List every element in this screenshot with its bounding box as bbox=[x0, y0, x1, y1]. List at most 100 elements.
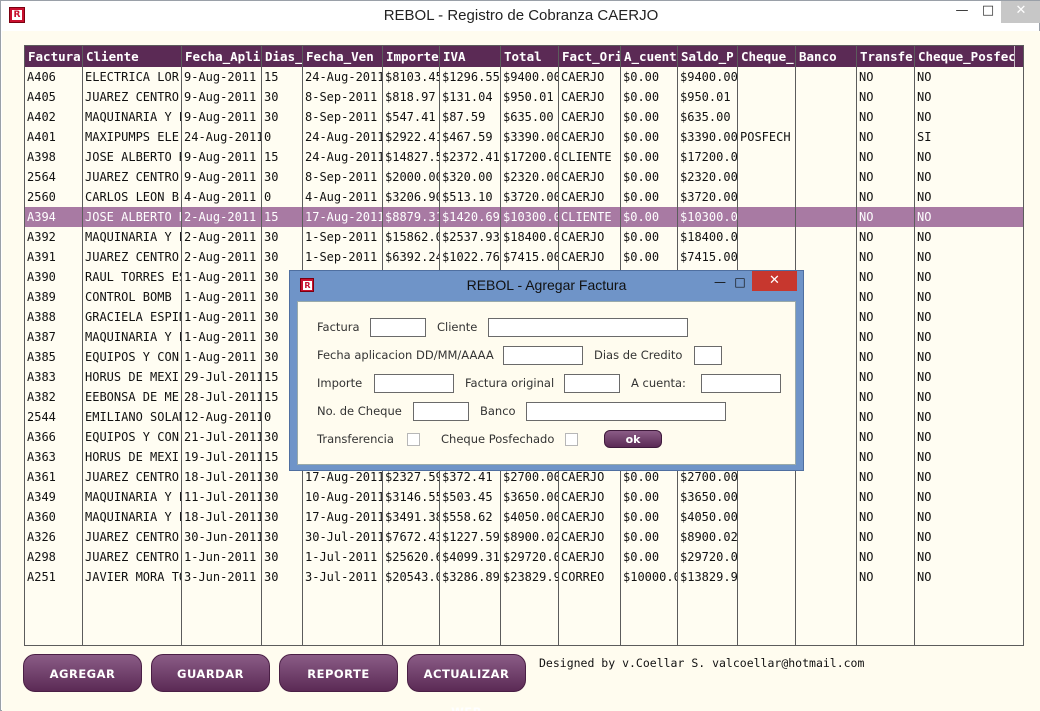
table-cell: NO bbox=[917, 570, 932, 584]
table-cell: MAQUINARIA Y E bbox=[85, 510, 182, 524]
table-cell bbox=[796, 567, 857, 587]
column-header[interactable]: IVA bbox=[440, 46, 501, 67]
table-row[interactable]: A394 JOSE ALBERTO R 2-Aug-2011 15 17-Aug-201… bbox=[25, 207, 1023, 227]
dialog-close-icon[interactable]: ✕ bbox=[752, 271, 797, 291]
table-cell: $0.00 bbox=[623, 550, 660, 564]
no-cheque-input[interactable] bbox=[413, 402, 469, 421]
table-cell: NO bbox=[859, 130, 874, 144]
table-cell: 24-Aug-2011 bbox=[305, 70, 383, 84]
table-cell: NO bbox=[917, 530, 932, 544]
column-header[interactable]: Importe bbox=[383, 46, 440, 67]
column-header[interactable]: Factura bbox=[25, 46, 83, 67]
table-cell: 9-Aug-2011 bbox=[184, 90, 257, 104]
fecha-input[interactable] bbox=[503, 346, 583, 365]
table-cell: CAERJO bbox=[561, 550, 605, 564]
table-row[interactable]: A298 JUAREZ CENTRO 1-Jun-2011 30 1-Jul-2011 $… bbox=[25, 547, 1023, 567]
table-cell: $467.59 bbox=[442, 130, 493, 144]
dialog-maximize-icon[interactable]: □ bbox=[730, 273, 750, 291]
factura-input[interactable] bbox=[370, 318, 426, 337]
column-header[interactable]: Dias_ bbox=[262, 46, 303, 67]
title-bar[interactable]: R REBOL - Registro de Cobranza CAERJO — … bbox=[1, 1, 1040, 31]
dias-input[interactable] bbox=[694, 346, 722, 365]
table-cell: A398 bbox=[27, 150, 56, 164]
cheque-posfechado-checkbox[interactable] bbox=[565, 433, 578, 446]
table-cell: 29-Jul-2011 bbox=[184, 370, 262, 384]
column-header[interactable]: A_cuent bbox=[621, 46, 678, 67]
table-cell: NO bbox=[917, 550, 932, 564]
column-header[interactable]: Fecha_Apli bbox=[182, 46, 262, 67]
table-cell: $1227.59 bbox=[442, 530, 500, 544]
table-cell: NO bbox=[917, 370, 932, 384]
table-cell bbox=[738, 547, 796, 567]
table-cell bbox=[738, 567, 796, 587]
table-row[interactable]: A391 JUAREZ CENTRO 2-Aug-2011 30 1-Sep-2011 $… bbox=[25, 247, 1023, 267]
table-row[interactable]: A251 JAVIER MORA TO 3-Jun-2011 30 3-Jul-2011… bbox=[25, 567, 1023, 587]
table-cell: 30-Jul-2011 bbox=[305, 530, 383, 544]
table-cell bbox=[738, 527, 796, 547]
table-cell: $17200.00 bbox=[503, 150, 558, 164]
column-header[interactable]: Saldo_P bbox=[678, 46, 738, 67]
table-cell: $818.97 bbox=[385, 90, 436, 104]
table-cell: CAERJO bbox=[561, 130, 605, 144]
table-row[interactable]: 2560 CARLOS LEON B 4-Aug-2011 0 4-Aug-2011 $3… bbox=[25, 187, 1023, 207]
table-row[interactable]: A405 JUAREZ CENTRO 9-Aug-2011 30 8-Sep-2011 $… bbox=[25, 87, 1023, 107]
ok-button[interactable]: ok bbox=[604, 430, 662, 448]
guardar-button[interactable]: GUARDAR bbox=[151, 654, 270, 692]
table-row[interactable]: A326 JUAREZ CENTRO 30-Jun-2011 30 30-Jul-201… bbox=[25, 527, 1023, 547]
column-header[interactable]: Fecha_Ven bbox=[303, 46, 383, 67]
actualizar-web-button[interactable]: ACTUALIZAR WEB bbox=[407, 654, 526, 711]
a-cuenta-input[interactable] bbox=[701, 374, 781, 393]
table-cell: 30 bbox=[264, 170, 279, 184]
table-cell: $513.10 bbox=[442, 190, 493, 204]
column-header[interactable]: Banco bbox=[796, 46, 857, 67]
table-row[interactable]: 2564 JUAREZ CENTRO 9-Aug-2011 30 8-Sep-2011 $… bbox=[25, 167, 1023, 187]
reporte-button[interactable]: REPORTE bbox=[279, 654, 398, 692]
table-header: Factura Cliente Fecha_Apli Dias_ Fecha_Ven Im… bbox=[25, 46, 1023, 67]
column-header[interactable]: Cheque_ bbox=[738, 46, 796, 67]
close-icon[interactable]: ✕ bbox=[1001, 1, 1040, 23]
importe-input[interactable] bbox=[374, 374, 454, 393]
table-row[interactable]: A402 MAQUINARIA Y E 9-Aug-2011 30 8-Sep-2011… bbox=[25, 107, 1023, 127]
table-cell: NO bbox=[859, 250, 874, 264]
table-row[interactable]: A392 MAQUINARIA Y EL2-Aug-2011 30 1-Sep-201… bbox=[25, 227, 1023, 247]
column-header[interactable]: Fact_Ori bbox=[559, 46, 621, 67]
table-cell: NO bbox=[917, 250, 932, 264]
table-cell bbox=[796, 67, 857, 87]
table-cell: ELECTRICA LOR bbox=[85, 70, 179, 84]
dialog-title-bar[interactable]: R REBOL - Agregar Factura — □ ✕ bbox=[290, 271, 803, 297]
table-cell: JUAREZ CENTRO bbox=[85, 250, 179, 264]
agregar-button[interactable]: AGREGAR bbox=[23, 654, 142, 692]
cliente-input[interactable] bbox=[488, 318, 688, 337]
banco-input[interactable] bbox=[526, 402, 726, 421]
table-cell: $3390.00 bbox=[503, 130, 559, 144]
table-cell: A406 bbox=[27, 70, 56, 84]
table-cell: $2537.93 bbox=[442, 230, 500, 244]
table-cell: MAQUINARIA Y E bbox=[85, 490, 182, 504]
dialog-minimize-icon[interactable]: — bbox=[710, 273, 730, 291]
table-cell: $0.00 bbox=[623, 110, 660, 124]
column-header[interactable]: Cliente bbox=[83, 46, 182, 67]
table-cell: MAQUINARIA Y E bbox=[85, 330, 182, 344]
table-row[interactable]: A398 JOSE ALBERTO R 9-Aug-2011 15 24-Aug-201… bbox=[25, 147, 1023, 167]
transferencia-checkbox[interactable] bbox=[407, 433, 420, 446]
maximize-icon[interactable]: □ bbox=[975, 1, 1001, 23]
table-cell: 19-Jul-2011 bbox=[184, 450, 262, 464]
table-cell: $18400.00 bbox=[680, 230, 738, 244]
table-row[interactable]: A349 MAQUINARIA Y E 11-Jul-2011 30 10-Aug-20… bbox=[25, 487, 1023, 507]
table-cell: NO bbox=[917, 150, 932, 164]
agregar-factura-dialog: R REBOL - Agregar Factura — □ ✕ Factura … bbox=[289, 270, 804, 471]
table-row[interactable]: A360 MAQUINARIA Y E 18-Jul-2011 30 17-Aug-20… bbox=[25, 507, 1023, 527]
table-cell bbox=[796, 327, 857, 347]
column-header[interactable]: Total bbox=[501, 46, 559, 67]
table-cell: 2-Aug-2011 bbox=[184, 210, 257, 224]
table-row[interactable]: A406 ELECTRICA LOR 9-Aug-2011 15 24-Aug-2011… bbox=[25, 67, 1023, 87]
factura-original-input[interactable] bbox=[564, 374, 620, 393]
minimize-icon[interactable]: — bbox=[949, 1, 975, 23]
table-cell: $3286.89 bbox=[442, 570, 500, 584]
table-cell: A366 bbox=[27, 430, 56, 444]
column-header[interactable]: Transfer bbox=[857, 46, 915, 67]
table-row[interactable]: A401 MAXIPUMPS ELE 24-Aug-2011 0 24-Aug-2011… bbox=[25, 127, 1023, 147]
column-header[interactable]: Cheque_Posfec bbox=[915, 46, 1015, 67]
table-cell: 17-Aug-2011 bbox=[305, 510, 383, 524]
a-cuenta-label: A cuenta: bbox=[631, 376, 686, 390]
